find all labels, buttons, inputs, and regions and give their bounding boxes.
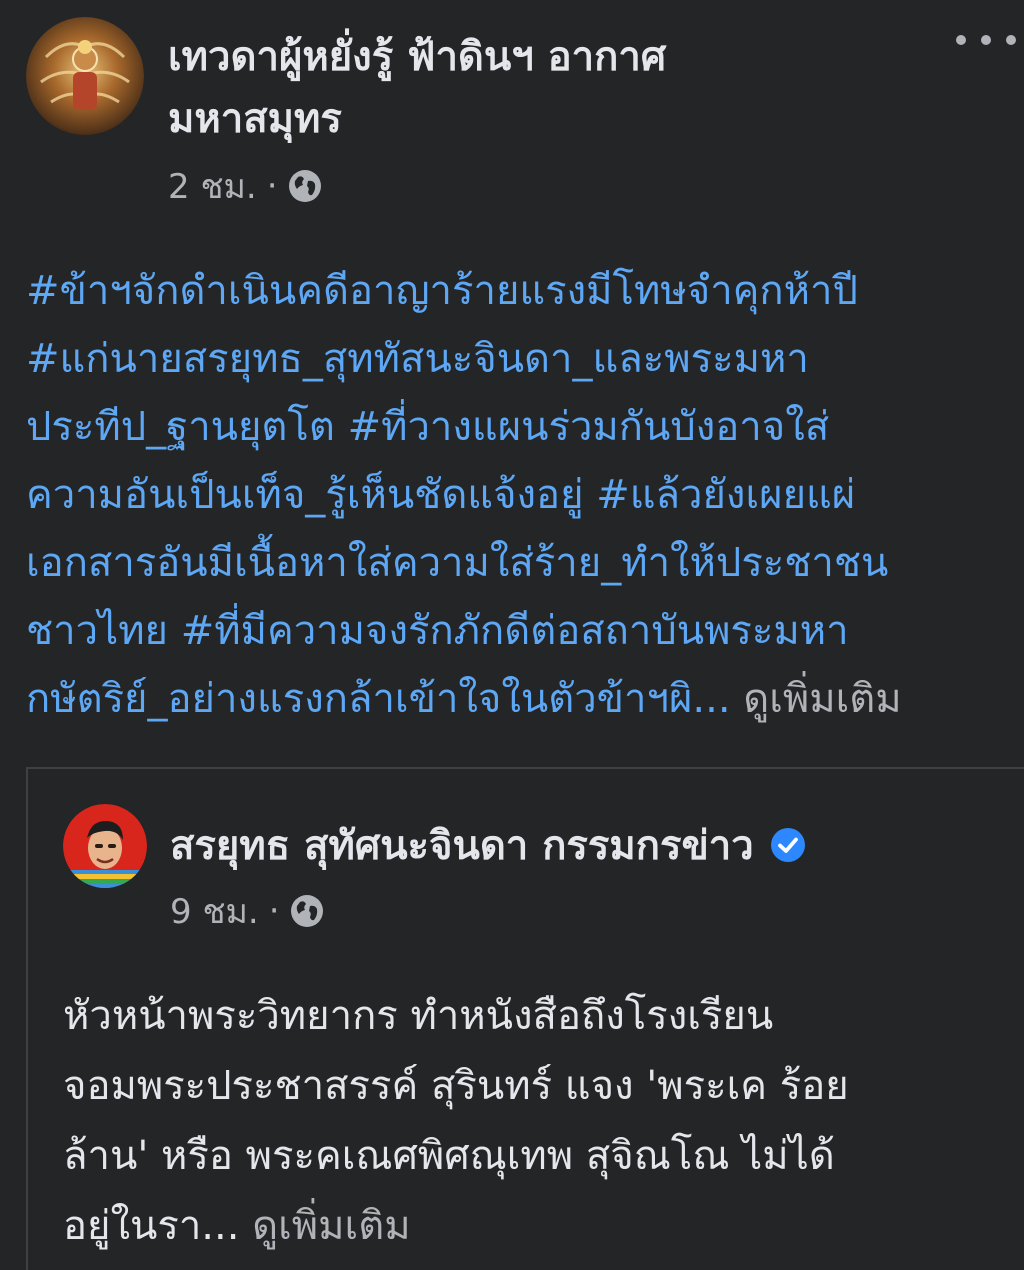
author-name[interactable]: เทวดาผู้หยั่งรู้ ฟ้าดินฯ อากาศ มหาสมุทร xyxy=(168,26,868,150)
shared-post-timestamp[interactable]: 9 ชม. xyxy=(170,884,259,938)
see-more-link[interactable]: ดูเพิ่มเติม xyxy=(743,676,901,722)
more-options-button[interactable] xyxy=(956,24,1016,56)
post-text: #ข้าฯจักดำเนินคดีอาญาร้ายแรงมีโทษจำคุกห้… xyxy=(26,257,1021,733)
shared-author-name[interactable]: สรยุทธ สุทัศนะจินดา กรรมกรข่าว xyxy=(170,813,806,877)
shared-text-line: หัวหน้าพระวิทยากร ทำหนังสือถึงโรงเรียน xyxy=(63,993,774,1039)
meta-separator: · xyxy=(266,166,278,206)
globe-icon[interactable] xyxy=(290,894,324,928)
author-name-line2: มหาสมุทร xyxy=(168,96,342,142)
shared-text-line: จอมพระประชาสรรค์ สุรินทร์ แจง 'พระเค ร้อ… xyxy=(63,1063,849,1109)
facebook-post: เทวดาผู้หยั่งรู้ ฟ้าดินฯ อากาศ มหาสมุทร … xyxy=(0,0,1024,1270)
shared-text-line: ล้าน' หรือ พระคเณศพิศณุเทพ สุจิณโณ ไม่ได… xyxy=(63,1133,835,1179)
shared-post-meta: 9 ชม. · xyxy=(170,887,324,935)
verified-badge-icon xyxy=(770,828,805,862)
post-timestamp[interactable]: 2 ชม. xyxy=(168,159,257,213)
post-text-line[interactable]: กษัตริย์_อย่างแรงกล้าเข้าใจในตัวข้าฯผิ..… xyxy=(26,676,731,722)
author-name-line1: เทวดาผู้หยั่งรู้ ฟ้าดินฯ อากาศ xyxy=(168,34,667,80)
shared-text-line: อยู่ในรา... xyxy=(63,1203,240,1249)
shared-post-text: หัวหน้าพระวิทยากร ทำหนังสือถึงโรงเรียน จ… xyxy=(63,981,993,1261)
post-text-line[interactable]: ชาวไทย #ที่มีความจงรักภักดีต่อสถาบันพระม… xyxy=(26,608,849,654)
more-dots-icon xyxy=(956,35,966,45)
post-text-line[interactable]: เอกสารอันมีเนื้อหาใส่ความใส่ร้าย_ทำให้ปร… xyxy=(26,540,888,586)
shared-author-avatar[interactable] xyxy=(63,804,147,888)
shared-author-name-text: สรยุทธ สุทัศนะจินดา กรรมกรข่าว xyxy=(170,823,754,869)
shared-post[interactable]: สรยุทธ สุทัศนะจินดา กรรมกรข่าว 9 ชม. · ห… xyxy=(26,767,1024,1270)
post-text-line[interactable]: #แก่นายสรยุทธ_สุททัสนะจินดา_และพระมหา xyxy=(26,336,809,382)
meta-separator: · xyxy=(268,891,280,931)
see-more-link[interactable]: ดูเพิ่มเติม xyxy=(252,1203,410,1249)
post-meta: 2 ชม. · xyxy=(168,164,322,208)
post-text-line[interactable]: ความอันเป็นเท็จ_รู้เห็นชัดแจ้งอยู่ #แล้ว… xyxy=(26,472,855,518)
post-text-line[interactable]: ประทีป_ฐานยุตโต #ที่วางแผนร่วมกันบังอาจใ… xyxy=(26,404,829,450)
author-avatar[interactable] xyxy=(26,17,144,135)
globe-icon[interactable] xyxy=(288,169,322,203)
post-text-line[interactable]: #ข้าฯจักดำเนินคดีอาญาร้ายแรงมีโทษจำคุกห้… xyxy=(26,268,858,314)
